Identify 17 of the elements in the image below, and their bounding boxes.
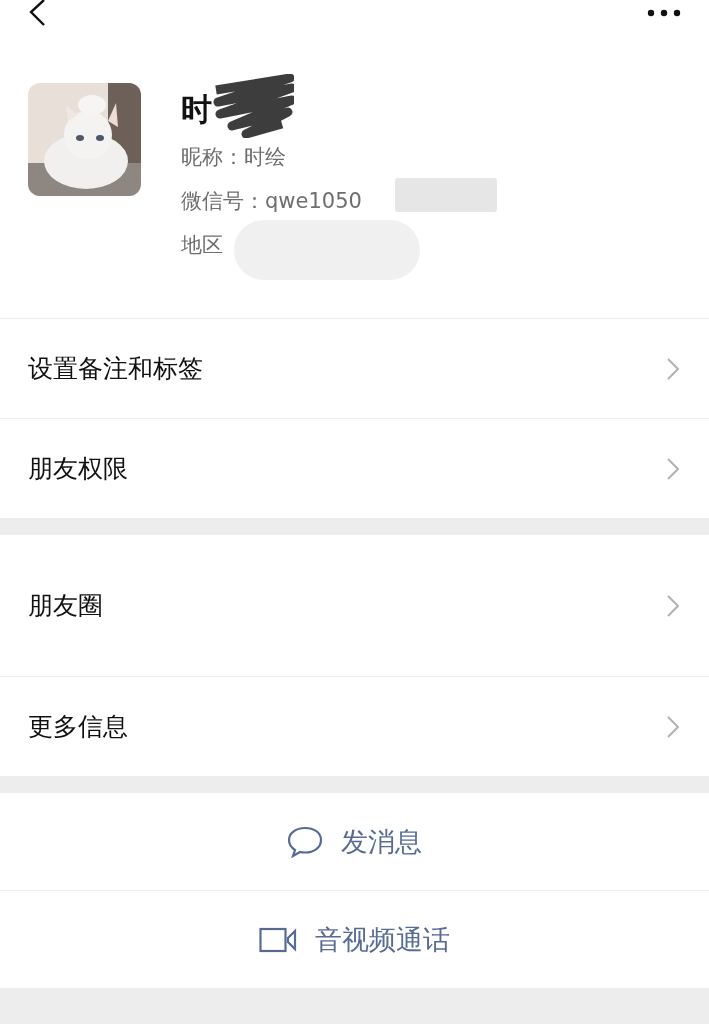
chevron-right-icon xyxy=(667,357,679,380)
chat-bubble-icon xyxy=(287,825,323,858)
contact-name: 时 xyxy=(181,90,212,129)
nickname: 昵称：时绘 xyxy=(181,144,286,171)
chevron-right-icon xyxy=(667,457,679,480)
menu-label: 朋友权限 xyxy=(28,453,128,485)
chevron-right-icon xyxy=(667,594,679,617)
send-message-button[interactable]: 发消息 xyxy=(287,793,422,890)
wechat-id: 微信号：qwe1050 xyxy=(181,188,362,215)
menu-label: 朋友圈 xyxy=(28,590,103,622)
more-icon[interactable] xyxy=(647,9,681,17)
region-label: 地区 xyxy=(181,232,223,259)
menu-label: 更多信息 xyxy=(28,711,128,743)
back-icon[interactable] xyxy=(28,0,46,26)
video-camera-icon xyxy=(259,926,297,953)
chevron-right-icon xyxy=(667,715,679,738)
menu-label: 设置备注和标签 xyxy=(28,353,203,385)
